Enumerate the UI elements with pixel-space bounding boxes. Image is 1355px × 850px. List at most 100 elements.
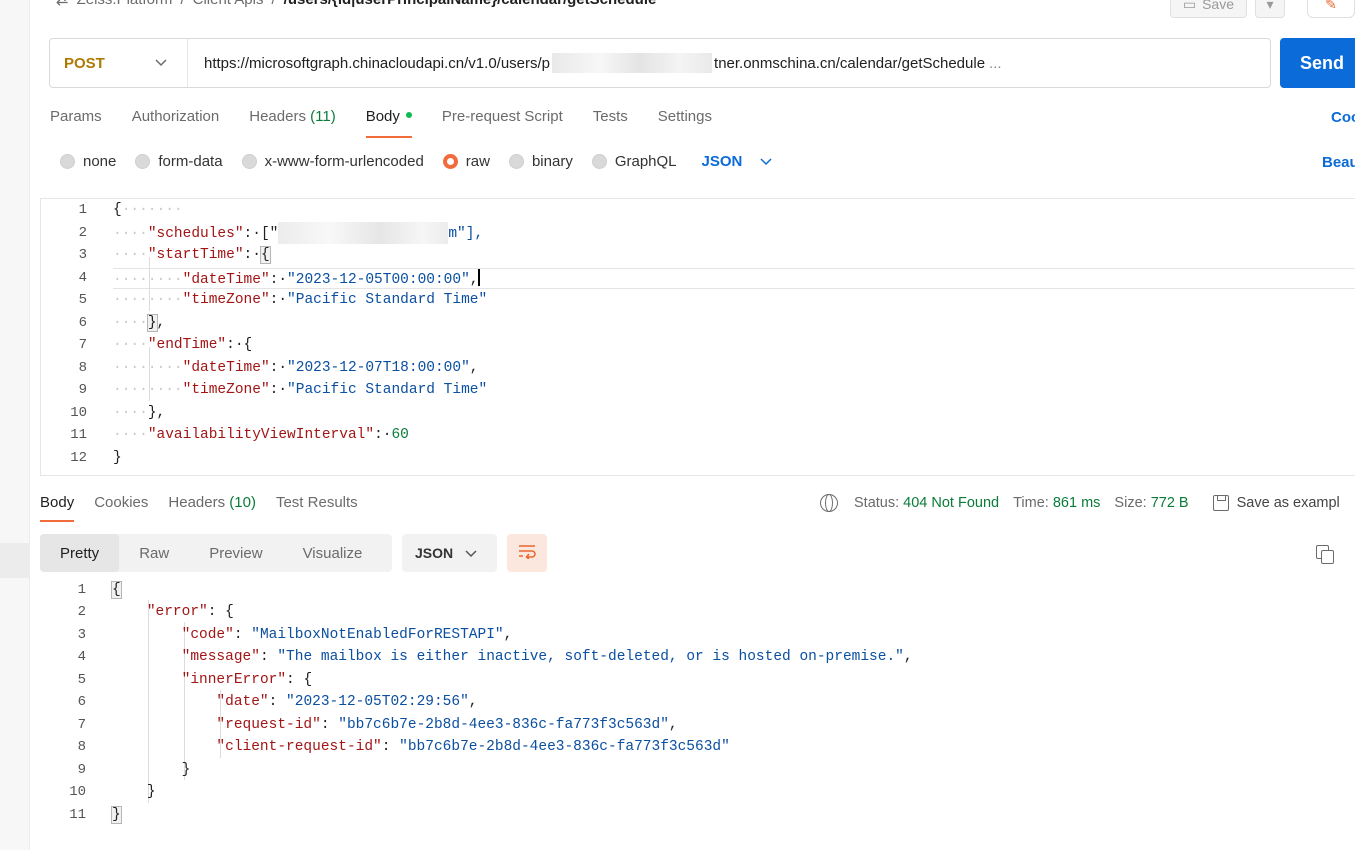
- radio-raw[interactable]: raw: [442, 153, 490, 170]
- code-line: 9 ········"timeZone":·"Pacific Standard T…: [78, 382, 488, 398]
- code-line: 5 ········"timeZone":·"Pacific Standard T…: [78, 292, 488, 308]
- code-line: 8 ········"dateTime":·"2023-12-07T18:00:0…: [78, 360, 479, 376]
- send-button[interactable]: Send: [1280, 38, 1355, 88]
- text-cursor: [478, 268, 481, 286]
- radio-none[interactable]: none: [60, 153, 116, 170]
- wrap-lines-button[interactable]: [507, 534, 547, 572]
- code-line: 3 "code": "MailboxNotEnabledForRESTAPI",: [77, 627, 513, 643]
- tab-tests[interactable]: Tests: [593, 108, 628, 138]
- status-value: 404 Not Found: [903, 495, 1000, 511]
- code-line: 11 ····"availabilityViewInterval":·60: [70, 427, 409, 443]
- headers-count: (11): [310, 108, 336, 125]
- tab-cookies[interactable]: Cookies: [94, 494, 148, 522]
- edit-button[interactable]: ✎: [1307, 0, 1355, 18]
- radio-x-www-form-urlencoded[interactable]: x-www-form-urlencoded: [241, 153, 424, 170]
- body-mode-selector: none form-data x-www-form-urlencoded raw…: [60, 153, 772, 170]
- http-request-icon: ⇄: [56, 0, 69, 9]
- radio-circle-selected: [442, 154, 458, 169]
- radio-circle: [60, 154, 75, 169]
- body-modified-dot: [405, 112, 412, 118]
- code-line: 2 ····"schedules":·[" m"],: [41, 222, 1355, 244]
- raw-format-select[interactable]: JSON: [702, 153, 773, 170]
- chevron-down-icon: ▾: [1266, 0, 1274, 12]
- code-line: 7 "request-id": "bb7c6b7e-2b8d-4ee3-836c…: [77, 717, 678, 733]
- code-line: 8 "client-request-id": "bb7c6b7e-2b8d-4e…: [77, 739, 730, 755]
- chevron-down-icon: [155, 56, 167, 70]
- radio-binary[interactable]: binary: [508, 153, 573, 170]
- size-info[interactable]: Size: 772 B: [1114, 495, 1188, 511]
- code-line: 2 "error": {: [77, 604, 234, 620]
- request-body-editor[interactable]: 1 {······· 2 ····"schedules":·[" m"], 3 ····…: [40, 198, 1355, 476]
- code-line: 7 ····"endTime":·{: [78, 337, 253, 353]
- view-visualize[interactable]: Visualize: [283, 534, 383, 572]
- tab-test-results[interactable]: Test Results: [276, 494, 358, 522]
- breadcrumb-current: /users/{id|userPrincipalName}/calendar/g…: [284, 0, 657, 9]
- tab-response-body[interactable]: Body: [40, 494, 75, 522]
- tab-authorization[interactable]: Authorization: [132, 108, 220, 138]
- tab-headers[interactable]: Headers (11): [249, 108, 335, 138]
- radio-graphql[interactable]: GraphQL: [591, 153, 677, 170]
- breadcrumb-separator: /: [271, 0, 275, 9]
- view-raw[interactable]: Raw: [119, 534, 189, 572]
- globe-icon[interactable]: [820, 494, 838, 512]
- time-info[interactable]: Time: 861 ms: [1013, 495, 1100, 511]
- code-line: 6 "date": "2023-12-05T02:29:56",: [77, 694, 478, 710]
- code-line: 10 ····},: [70, 405, 166, 421]
- time-value: 861 ms: [1052, 495, 1101, 511]
- code-line: 1{: [77, 581, 122, 599]
- chevron-down-icon: [760, 153, 772, 170]
- left-sidebar-strip: [0, 0, 30, 850]
- save-button[interactable]: ▭ Save: [1169, 0, 1247, 18]
- url-prefix: https://microsoftgraph.chinacloudapi.cn/…: [204, 54, 551, 72]
- size-value: 772 B: [1150, 495, 1189, 511]
- view-pretty[interactable]: Pretty: [40, 534, 120, 572]
- response-format-select[interactable]: JSON: [402, 534, 497, 572]
- request-url-bar: POST https://microsoftgraph.chinacloudap…: [49, 38, 1271, 88]
- url-ellipsis: ...: [989, 54, 1002, 72]
- redacted-region: [552, 53, 713, 73]
- view-preview[interactable]: Preview: [189, 534, 282, 572]
- url-input[interactable]: https://microsoftgraph.chinacloudapi.cn/…: [188, 53, 1002, 73]
- code-line: 12}: [70, 450, 122, 466]
- request-tabs: Params Authorization Headers (11) Body P…: [50, 108, 712, 138]
- chevron-down-icon: [465, 545, 477, 561]
- status-info[interactable]: Status: 404 Not Found: [854, 495, 999, 511]
- radio-circle: [135, 154, 151, 169]
- code-link[interactable]: Coo: [1331, 109, 1355, 126]
- code-line: 10 }: [69, 784, 156, 800]
- tab-params[interactable]: Params: [50, 108, 102, 138]
- radio-circle: [591, 154, 607, 169]
- code-line: 6 ····},: [78, 314, 166, 332]
- radio-form-data[interactable]: form-data: [135, 153, 223, 170]
- response-meta: Status: 404 Not Found Time: 861 ms Size:…: [820, 494, 1340, 512]
- breadcrumb-item-workspace[interactable]: Zeiss.Platform: [77, 0, 173, 9]
- breadcrumb: ⇄ Zeiss.Platform / Client Apis / /users/…: [56, 0, 656, 9]
- breadcrumb-item-collection[interactable]: Client Apis: [193, 0, 264, 9]
- wrap-lines-icon: [517, 543, 537, 564]
- beautify-link[interactable]: Beau: [1322, 154, 1355, 171]
- response-tabs: Body Cookies Headers (10) Test Results: [40, 494, 358, 522]
- code-line: 4 ········"dateTime":·"2023-12-05T00:00:0…: [78, 268, 481, 288]
- code-line: 4 "message": "The mailbox is either inac…: [77, 649, 913, 665]
- save-options-button[interactable]: ▾: [1255, 0, 1285, 18]
- redacted-region: [278, 222, 449, 244]
- url-suffix: tner.onmschina.cn/calendar/getSchedule: [714, 54, 986, 72]
- code-line: 1 {·······: [78, 202, 183, 218]
- method-label: POST: [64, 54, 105, 72]
- radio-circle: [508, 154, 524, 169]
- pencil-icon: ✎: [1325, 0, 1337, 12]
- copy-icon[interactable]: [1316, 545, 1334, 564]
- code-line: 11}: [69, 806, 122, 824]
- tab-settings[interactable]: Settings: [658, 108, 712, 138]
- tab-response-headers[interactable]: Headers (10): [168, 494, 256, 522]
- tab-body[interactable]: Body: [365, 108, 413, 138]
- tab-pre-request-script[interactable]: Pre-request Script: [442, 108, 563, 138]
- sidebar-marker: [0, 543, 30, 578]
- top-right-actions: ▭ Save ▾ ✎: [1169, 0, 1355, 18]
- code-line: 3 ····"startTime":·{: [78, 246, 271, 264]
- method-select[interactable]: POST: [50, 39, 188, 87]
- response-body-viewer[interactable]: 1{ 2 "error": { 3 "code": "MailboxNotEna…: [40, 578, 1355, 828]
- code-line: 9 }: [77, 762, 191, 778]
- response-view-modes: Pretty Raw Preview Visualize: [40, 534, 392, 572]
- save-as-example-button[interactable]: Save as exampl: [1212, 495, 1340, 511]
